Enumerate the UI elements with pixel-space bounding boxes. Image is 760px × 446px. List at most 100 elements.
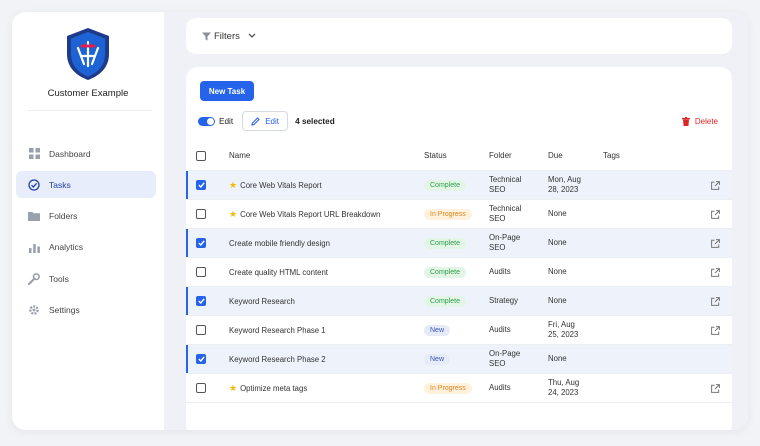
row-checkbox[interactable]: [196, 296, 206, 306]
status-badge: Complete: [424, 266, 466, 278]
edit-button[interactable]: Edit: [242, 111, 289, 131]
pencil-icon: [251, 116, 260, 126]
sidebar-item-settings[interactable]: Settings: [16, 296, 156, 323]
table-row[interactable]: Keyword Research Phase 1 New Audits Fri, Au…: [186, 316, 732, 345]
sidebar-item-label: Tasks: [49, 179, 71, 190]
sidebar-item-analytics[interactable]: Analytics: [16, 234, 156, 261]
due-text: Mon, Aug: [548, 175, 581, 184]
folder-text: On-Page: [489, 233, 521, 242]
open-external-icon[interactable]: [710, 383, 720, 393]
tasks-icon: [28, 179, 40, 191]
sidebar-item-label: Settings: [49, 304, 80, 315]
col-folder[interactable]: Folder: [489, 151, 548, 161]
folder-text: Audits: [489, 383, 511, 392]
sidebar: Customer Example Dashboard Tasks Folders…: [12, 12, 164, 430]
task-name[interactable]: Keyword Research Phase 2: [229, 355, 326, 364]
selected-count: 4 selected: [295, 116, 335, 126]
due-text: None: [548, 296, 567, 305]
dashboard-icon: [28, 148, 40, 160]
due-text-cont: 25, 2023: [548, 330, 579, 339]
status-badge: Complete: [424, 179, 466, 191]
task-name[interactable]: Core Web Vitals Report URL Breakdown: [240, 210, 380, 219]
sidebar-item-tools[interactable]: Tools: [16, 265, 156, 292]
analytics-icon: [28, 241, 40, 253]
chevron-down-icon: [248, 33, 256, 38]
table-row[interactable]: Keyword Research Complete Strategy None: [186, 287, 732, 316]
star-icon[interactable]: ★: [229, 209, 237, 220]
sidebar-item-label: Folders: [49, 211, 78, 222]
due-text: None: [548, 209, 567, 218]
task-name[interactable]: Core Web Vitals Report: [240, 181, 322, 190]
star-icon[interactable]: ★: [229, 180, 237, 191]
row-checkbox[interactable]: [196, 267, 206, 277]
table-row[interactable]: Keyword Research Phase 2 New On-Page SEO Non…: [186, 345, 732, 374]
row-checkbox[interactable]: [196, 383, 206, 393]
tasks-panel: New Task Edit Edit 4 selected Delete Nam…: [186, 67, 732, 430]
status-badge: New: [424, 353, 451, 365]
task-name[interactable]: Create quality HTML content: [229, 268, 328, 277]
filter-label: Filters: [214, 30, 240, 42]
col-due[interactable]: Due: [548, 151, 603, 161]
folder-text-cont: SEO: [489, 243, 506, 252]
due-text: None: [548, 354, 567, 363]
main-content: Filters New Task Edit Edit 4 selected De…: [164, 12, 748, 430]
task-table-body: ★ Core Web Vitals Report Complete Technical…: [186, 171, 732, 403]
delete-label: Delete: [694, 116, 718, 126]
gear-icon: [28, 304, 40, 316]
app-window: Customer Example Dashboard Tasks Folders…: [12, 12, 748, 430]
table-row[interactable]: ★ Core Web Vitals Report URL Breakdown In …: [186, 200, 732, 229]
col-name[interactable]: Name: [229, 151, 424, 160]
tools-icon: [28, 272, 40, 285]
filters-bar: Filters: [186, 18, 732, 54]
filter-button[interactable]: Filters: [202, 31, 256, 42]
open-external-icon[interactable]: [710, 267, 720, 277]
open-external-icon[interactable]: [710, 325, 720, 335]
folder-text: Audits: [489, 267, 511, 276]
row-checkbox[interactable]: [196, 354, 206, 364]
check-icon: [197, 356, 205, 362]
sidebar-item-label: Dashboard: [49, 148, 91, 159]
status-badge: In Progress: [424, 208, 472, 220]
folder-text: Technical: [489, 204, 522, 213]
table-row[interactable]: ★ Core Web Vitals Report Complete Technical…: [186, 171, 732, 200]
table-row[interactable]: Create mobile friendly design Complete On-…: [186, 229, 732, 258]
edit-mode-label: Edit: [219, 116, 234, 126]
task-name[interactable]: Keyword Research: [229, 297, 295, 306]
star-icon[interactable]: ★: [229, 383, 237, 394]
status-badge: Complete: [424, 237, 466, 249]
task-name[interactable]: Keyword Research Phase 1: [229, 326, 326, 335]
row-checkbox[interactable]: [196, 209, 206, 219]
row-checkbox[interactable]: [196, 180, 206, 190]
sidebar-item-folders[interactable]: Folders: [16, 203, 156, 230]
table-row[interactable]: Create quality HTML content Complete Audit…: [186, 258, 732, 287]
due-text-cont: 24, 2023: [548, 388, 579, 397]
open-external-icon[interactable]: [710, 296, 720, 306]
check-icon: [197, 240, 205, 246]
edit-mode-toggle[interactable]: [198, 116, 215, 126]
sidebar-divider: [28, 110, 152, 111]
folder-text: Strategy: [489, 296, 519, 305]
sidebar-item-dashboard[interactable]: Dashboard: [16, 140, 156, 167]
delete-button[interactable]: Delete: [681, 116, 718, 126]
row-checkbox[interactable]: [196, 325, 206, 335]
task-name[interactable]: Optimize meta tags: [240, 384, 307, 393]
due-text-cont: 28, 2023: [548, 185, 579, 194]
row-checkbox[interactable]: [196, 238, 206, 248]
folder-text: Technical: [489, 175, 522, 184]
col-tags[interactable]: Tags: [603, 151, 698, 160]
col-status[interactable]: Status: [424, 151, 489, 160]
sidebar-item-tasks[interactable]: Tasks: [16, 171, 156, 199]
edit-button-label: Edit: [265, 116, 279, 126]
select-all-checkbox[interactable]: [196, 150, 206, 161]
status-badge: In Progress: [424, 382, 472, 394]
folder-text: Audits: [489, 325, 511, 334]
trash-icon: [681, 116, 690, 126]
open-external-icon[interactable]: [710, 238, 720, 248]
table-row[interactable]: ★ Optimize meta tags In Progress Audits Thu,…: [186, 374, 732, 403]
open-external-icon[interactable]: [710, 209, 720, 219]
new-task-button[interactable]: New Task: [200, 81, 254, 101]
task-name[interactable]: Create mobile friendly design: [229, 239, 330, 248]
brand-name: Customer Example: [47, 88, 129, 99]
folder-text-cont: SEO: [489, 214, 506, 223]
open-external-icon[interactable]: [710, 180, 720, 190]
